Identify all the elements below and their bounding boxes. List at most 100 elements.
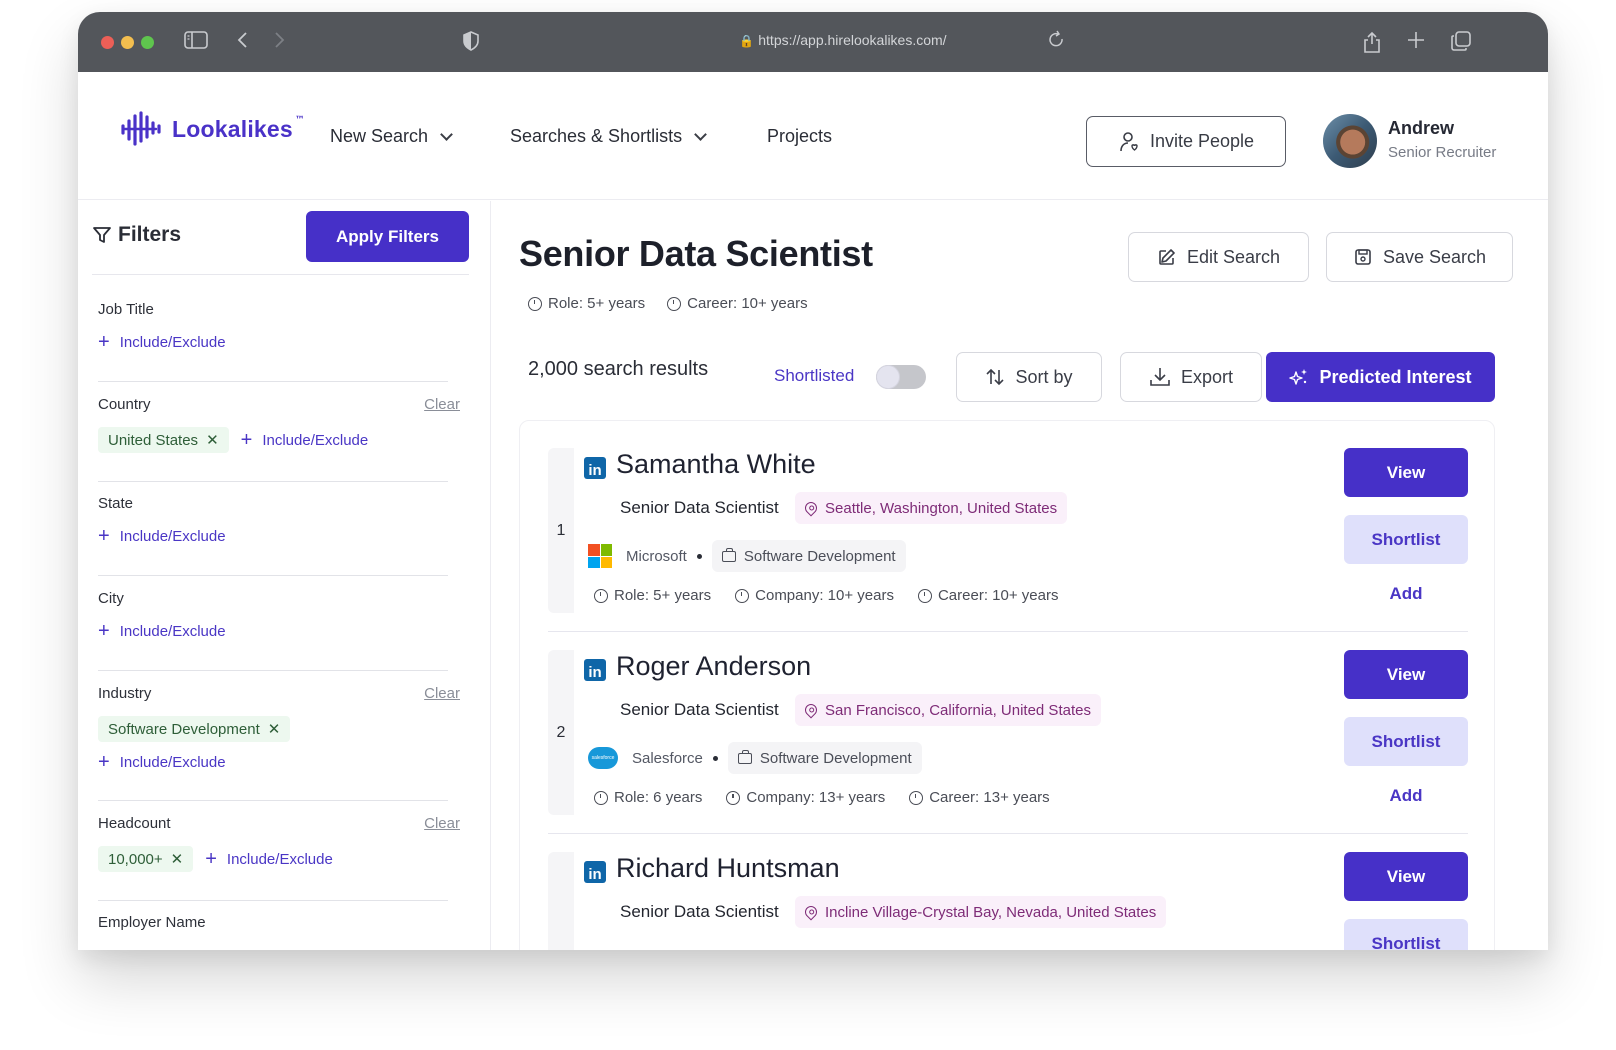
include-exclude-link[interactable]: + Include/Exclude (205, 849, 333, 869)
export-label: Export (1180, 366, 1234, 387)
clock-icon (594, 588, 608, 603)
filter-chip: United States ✕ (98, 427, 229, 453)
plus-icon: + (205, 848, 217, 870)
add-link[interactable]: Add (1344, 786, 1468, 806)
export-button[interactable]: Export (1120, 352, 1262, 402)
remove-chip-icon[interactable]: ✕ (206, 431, 219, 449)
include-exclude-label: Include/Exclude (119, 753, 226, 771)
edit-search-button[interactable]: Edit Search (1128, 232, 1309, 282)
company-row: Microsoft Software Development (588, 540, 906, 572)
criteria-career: Career: 10+ years (667, 295, 808, 312)
apply-filters-button[interactable]: Apply Filters (306, 211, 469, 262)
nav-searches-shortlists[interactable]: Searches & Shortlists (510, 126, 707, 147)
view-button[interactable]: View (1344, 448, 1468, 497)
logo[interactable]: Lookalikes ™ (120, 111, 305, 147)
industry-text: Software Development (743, 547, 896, 565)
include-exclude-link[interactable]: + Include/Exclude (98, 621, 226, 641)
linkedin-icon[interactable]: in (584, 457, 606, 479)
stat-role: Role: 6 years (594, 789, 702, 806)
shield-icon[interactable] (462, 30, 480, 52)
lock-icon: 🔒 (739, 34, 755, 48)
include-exclude-link[interactable]: + Include/Exclude (98, 332, 226, 352)
filters-heading: Filters (92, 223, 181, 247)
shortlist-button[interactable]: Shortlist (1344, 717, 1468, 766)
candidate-rank: 1 (548, 448, 574, 613)
filter-state: State + Include/Exclude (98, 495, 460, 546)
forward-icon[interactable] (272, 30, 286, 50)
logo-trademark: ™ (294, 114, 305, 126)
sidebar-toggle-icon[interactable] (184, 30, 208, 50)
divider (98, 800, 448, 801)
remove-chip-icon[interactable]: ✕ (268, 720, 281, 738)
edit-search-label: Edit Search (1186, 246, 1281, 267)
shortlisted-toggle-label[interactable]: Shortlisted (774, 366, 854, 386)
candidate-card: 2 in Roger Anderson Senior Data Scientis… (548, 650, 1468, 820)
candidate-name[interactable]: Richard Huntsman (616, 853, 840, 884)
logo-text: Lookalikes (172, 115, 293, 142)
results-count: 2,000 search results (528, 358, 709, 380)
filter-country: Country Clear United States ✕ + Include/Ex… (98, 396, 460, 453)
chevron-down-icon (694, 127, 707, 141)
candidate-name[interactable]: Roger Anderson (616, 651, 811, 682)
include-exclude-link[interactable]: + Include/Exclude (98, 526, 226, 546)
shortlist-button[interactable]: Shortlist (1344, 919, 1468, 950)
filter-label: Industry (98, 685, 152, 702)
chip-label: Software Development (108, 720, 260, 738)
sparkles-icon (1289, 369, 1308, 385)
user-role: Senior Recruiter (1388, 144, 1497, 161)
new-tab-icon[interactable] (1406, 30, 1426, 50)
shortlist-button[interactable]: Shortlist (1344, 515, 1468, 564)
stat-text: Company: 10+ years (755, 587, 894, 604)
share-icon[interactable] (1362, 30, 1382, 54)
results-list: 1 in Samantha White Senior Data Scientis… (519, 420, 1495, 950)
nav-new-search[interactable]: New Search (330, 126, 453, 147)
save-search-button[interactable]: Save Search (1326, 232, 1513, 282)
browser-toolbar: 🔒 https://app.hirelookalikes.com/ (78, 12, 1548, 72)
clear-headcount-link[interactable]: Clear (424, 815, 460, 832)
shortlisted-toggle[interactable] (876, 365, 926, 389)
include-exclude-link[interactable]: + Include/Exclude (241, 430, 369, 450)
address-bar[interactable]: 🔒 https://app.hirelookalikes.com/ (698, 32, 988, 48)
clock-icon (667, 296, 682, 311)
criteria-career-text: Career: 10+ years (687, 295, 808, 312)
predicted-interest-button[interactable]: Predicted Interest (1266, 352, 1495, 402)
remove-chip-icon[interactable]: ✕ (171, 850, 184, 868)
plus-icon: + (98, 525, 110, 547)
nav-projects[interactable]: Projects (767, 126, 832, 147)
back-icon[interactable] (236, 30, 250, 50)
user-add-icon (1120, 131, 1138, 151)
linkedin-icon[interactable]: in (584, 659, 606, 681)
page-title: Senior Data Scientist (519, 233, 873, 274)
candidate-rank: 3 (548, 852, 574, 950)
filters-sidebar: Filters Apply Filters Job Title + Include… (78, 201, 491, 950)
linkedin-icon[interactable]: in (584, 861, 606, 883)
divider (548, 631, 1468, 632)
chip-label: 10,000+ (108, 850, 163, 868)
view-button[interactable]: View (1344, 852, 1468, 901)
invite-people-button[interactable]: Invite People (1086, 116, 1286, 167)
reload-icon[interactable] (1048, 30, 1066, 50)
clear-country-link[interactable]: Clear (424, 396, 460, 413)
include-exclude-link[interactable]: + Include/Exclude (98, 752, 226, 772)
company-name: Salesforce (632, 749, 703, 767)
tabs-overview-icon[interactable] (1450, 30, 1472, 52)
location-pin-icon (802, 499, 820, 517)
invite-people-label: Invite People (1149, 131, 1255, 151)
avatar[interactable] (1323, 114, 1377, 168)
clear-industry-link[interactable]: Clear (424, 685, 460, 702)
nav-searches-shortlists-label: Searches & Shortlists (510, 126, 683, 146)
stat-career: Career: 10+ years (917, 587, 1058, 604)
plus-icon: + (98, 331, 110, 353)
save-icon (1355, 249, 1371, 265)
view-button[interactable]: View (1344, 650, 1468, 699)
location-chip: San Francisco, California, United States (795, 694, 1101, 726)
maximize-window-button[interactable] (141, 36, 154, 49)
candidate-name[interactable]: Samantha White (616, 449, 816, 480)
url-text: https://app.hirelookalikes.com/ (758, 32, 947, 48)
minimize-window-button[interactable] (121, 36, 134, 49)
filter-label: City (98, 590, 124, 607)
separator-dot (712, 755, 718, 761)
close-window-button[interactable] (101, 36, 114, 49)
add-link[interactable]: Add (1344, 584, 1468, 604)
sort-by-button[interactable]: Sort by (956, 352, 1102, 402)
